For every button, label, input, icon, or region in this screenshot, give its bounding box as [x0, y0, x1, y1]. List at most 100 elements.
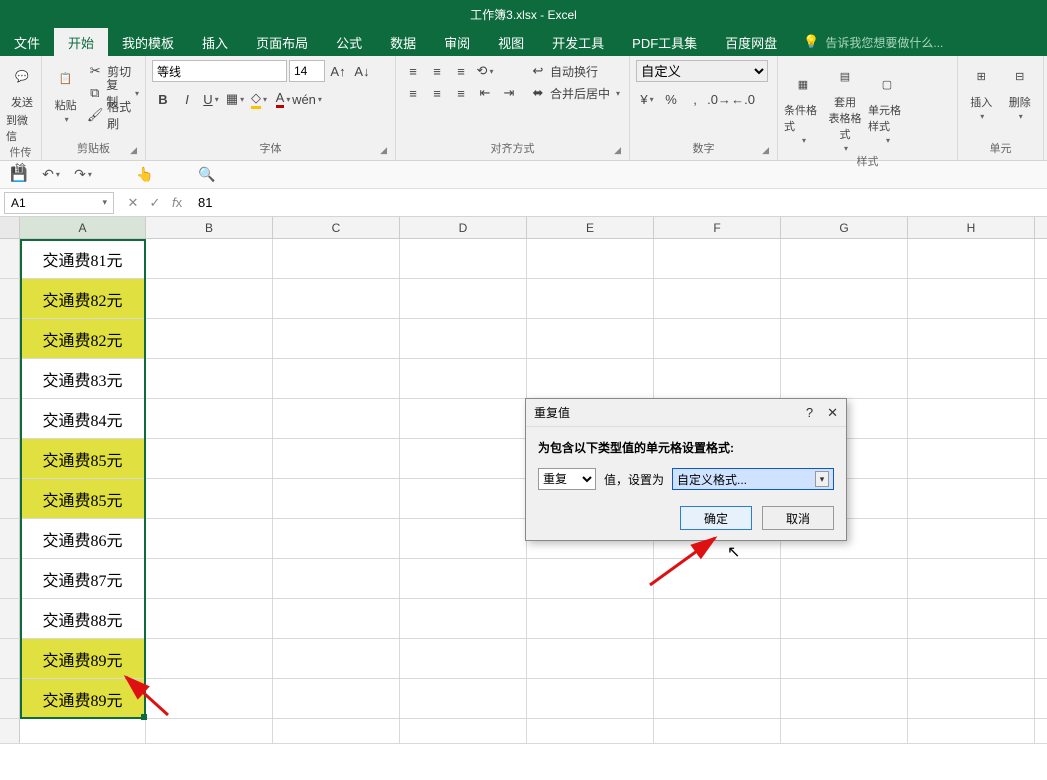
bold-button[interactable]: B: [152, 88, 174, 110]
row-header-6[interactable]: [0, 439, 20, 478]
cancel-formula-button[interactable]: ✕: [124, 195, 142, 211]
dialog-titlebar[interactable]: 重复值 ? ✕: [526, 399, 846, 427]
dec-decimal-button[interactable]: ←.0: [732, 88, 754, 110]
row-header-10[interactable]: [0, 599, 20, 638]
phonetic-button[interactable]: wén: [296, 88, 318, 110]
border-button[interactable]: ▦: [224, 88, 246, 110]
touch-mode-button[interactable]: 👆: [134, 164, 156, 186]
row-header-2[interactable]: [0, 279, 20, 318]
wrap-text-button[interactable]: ↩自动换行: [530, 60, 620, 82]
row-header-7[interactable]: [0, 479, 20, 518]
tab-dev[interactable]: 开发工具: [538, 28, 618, 56]
cell-A12[interactable]: 交通费89元: [20, 679, 146, 718]
conditional-format-button[interactable]: ▦条件格式: [784, 60, 822, 153]
tab-data[interactable]: 数据: [376, 28, 430, 56]
indent-inc-button[interactable]: ⇥: [498, 82, 520, 104]
row-header-8[interactable]: [0, 519, 20, 558]
cell-A5[interactable]: 交通费84元: [20, 399, 146, 438]
col-header-E[interactable]: E: [527, 217, 654, 238]
dialog-type-select[interactable]: 重复: [538, 468, 596, 490]
col-header-B[interactable]: B: [146, 217, 273, 238]
orientation-button[interactable]: ⟲: [474, 60, 496, 82]
row-header-1[interactable]: [0, 239, 20, 278]
tab-home[interactable]: 开始: [54, 28, 108, 56]
tab-view[interactable]: 视图: [484, 28, 538, 56]
dialog-help-button[interactable]: ?: [806, 405, 813, 421]
font-size-input[interactable]: [289, 60, 325, 82]
format-as-table-button[interactable]: ▤套用 表格格式: [826, 60, 864, 153]
cell-A7[interactable]: 交通费85元: [20, 479, 146, 518]
delete-cells-button[interactable]: ⊟删除: [1003, 60, 1038, 121]
indent-dec-button[interactable]: ⇤: [474, 82, 496, 104]
send-wechat-button[interactable]: 💬 发送 到微信: [6, 60, 38, 144]
tab-layout[interactable]: 页面布局: [242, 28, 322, 56]
select-all-corner[interactable]: [0, 217, 20, 238]
font-color-button[interactable]: A: [272, 88, 294, 110]
row-header-9[interactable]: [0, 559, 20, 598]
tab-formula[interactable]: 公式: [322, 28, 376, 56]
clipboard-launcher[interactable]: ◢: [130, 145, 137, 156]
font-name-input[interactable]: [152, 60, 287, 82]
fx-button[interactable]: fx: [168, 195, 186, 211]
dialog-close-button[interactable]: ✕: [827, 405, 838, 421]
align-launcher[interactable]: ◢: [614, 145, 621, 156]
tab-baidu[interactable]: 百度网盘: [711, 28, 791, 56]
tab-insert[interactable]: 插入: [188, 28, 242, 56]
cell-A9[interactable]: 交通费87元: [20, 559, 146, 598]
italic-button[interactable]: I: [176, 88, 198, 110]
insert-cells-button[interactable]: ⊞插入: [964, 60, 999, 121]
row-header-13[interactable]: [0, 719, 20, 743]
increase-font-button[interactable]: A↑: [327, 60, 349, 82]
col-header-A[interactable]: A: [20, 217, 146, 238]
align-right-button[interactable]: ≡: [450, 82, 472, 104]
fill-color-button[interactable]: ◇: [248, 88, 270, 110]
cell-A2[interactable]: 交通费82元: [20, 279, 146, 318]
name-box[interactable]: A1 ▾: [4, 192, 114, 214]
underline-button[interactable]: U: [200, 88, 222, 110]
dialog-ok-button[interactable]: 确定: [680, 506, 752, 530]
decrease-font-button[interactable]: A↓: [351, 60, 373, 82]
align-bottom-button[interactable]: ≡: [450, 60, 472, 82]
row-header-11[interactable]: [0, 639, 20, 678]
col-header-F[interactable]: F: [654, 217, 781, 238]
percent-button[interactable]: %: [660, 88, 682, 110]
cell-A1[interactable]: 交通费81元: [20, 239, 146, 278]
cell-A10[interactable]: 交通费88元: [20, 599, 146, 638]
dialog-cancel-button[interactable]: 取消: [762, 506, 834, 530]
number-format-select[interactable]: 自定义: [636, 60, 768, 82]
redo-button[interactable]: ↷: [72, 164, 94, 186]
cell-A11[interactable]: 交通费89元: [20, 639, 146, 678]
tab-review[interactable]: 审阅: [430, 28, 484, 56]
dialog-format-select[interactable]: 自定义格式... ▾: [672, 468, 834, 490]
print-preview-button[interactable]: 🔍: [196, 164, 218, 186]
row-header-3[interactable]: [0, 319, 20, 358]
align-top-button[interactable]: ≡: [402, 60, 424, 82]
cell-A6[interactable]: 交通费85元: [20, 439, 146, 478]
cell-A3[interactable]: 交通费82元: [20, 319, 146, 358]
comma-button[interactable]: ,: [684, 88, 706, 110]
align-left-button[interactable]: ≡: [402, 82, 424, 104]
number-launcher[interactable]: ◢: [762, 145, 769, 156]
cell-A4[interactable]: 交通费83元: [20, 359, 146, 398]
row-header-12[interactable]: [0, 679, 20, 718]
undo-button[interactable]: ↶: [40, 164, 62, 186]
col-header-C[interactable]: C: [273, 217, 400, 238]
formula-input[interactable]: [192, 192, 1047, 214]
paste-button[interactable]: 📋 粘贴: [48, 60, 83, 126]
col-header-G[interactable]: G: [781, 217, 908, 238]
align-middle-button[interactable]: ≡: [426, 60, 448, 82]
tab-pdf[interactable]: PDF工具集: [618, 28, 711, 56]
align-center-button[interactable]: ≡: [426, 82, 448, 104]
inc-decimal-button[interactable]: .0→: [708, 88, 730, 110]
col-header-D[interactable]: D: [400, 217, 527, 238]
font-launcher[interactable]: ◢: [380, 145, 387, 156]
currency-button[interactable]: ¥: [636, 88, 658, 110]
tab-file[interactable]: 文件: [0, 28, 54, 56]
row-header-5[interactable]: [0, 399, 20, 438]
format-painter-button[interactable]: 🖌格式刷: [87, 104, 139, 126]
row-header-4[interactable]: [0, 359, 20, 398]
merge-center-button[interactable]: ⬌合并后居中: [530, 82, 620, 104]
tell-me-box[interactable]: 💡 告诉我您想要做什么...: [803, 28, 943, 56]
cell-styles-button[interactable]: ▢单元格样式: [868, 60, 906, 153]
tab-mytemplate[interactable]: 我的模板: [108, 28, 188, 56]
